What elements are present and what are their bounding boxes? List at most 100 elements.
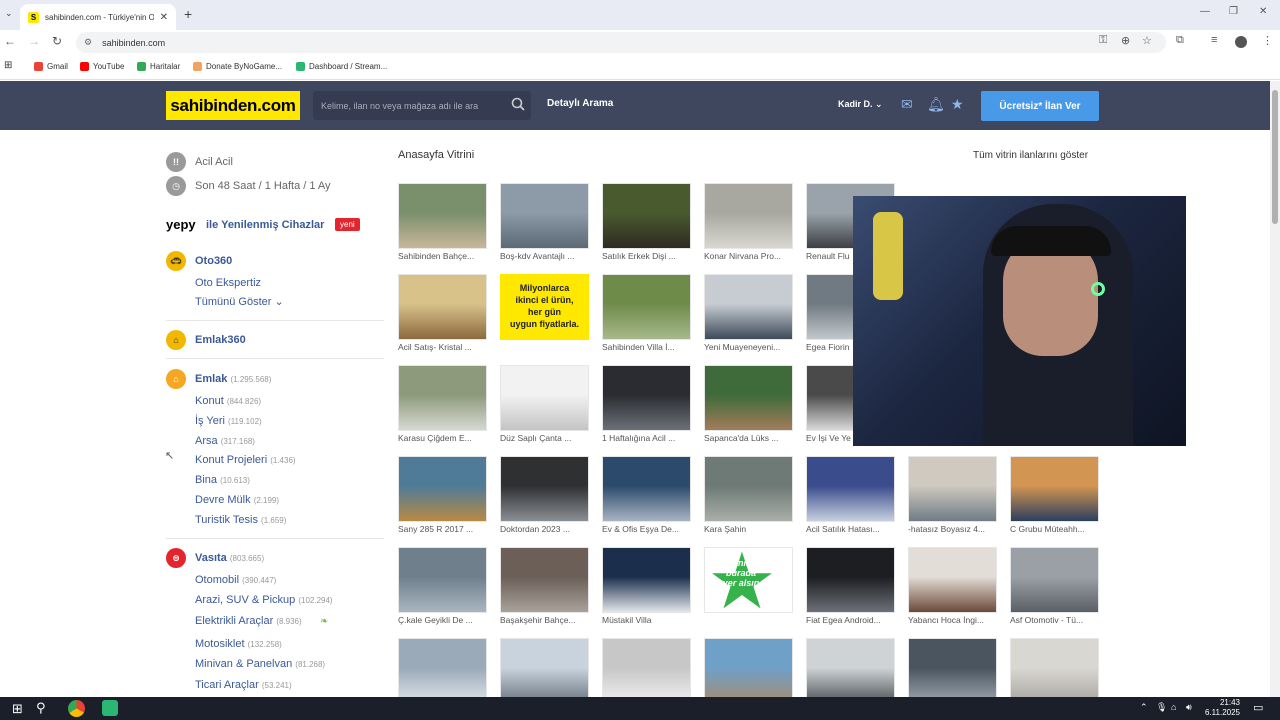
showcase-item[interactable]: Ç.kale Geyikli De ... bbox=[398, 547, 487, 627]
menu-dots-icon[interactable]: ⋮ bbox=[1262, 34, 1273, 47]
listing-thumbnail[interactable] bbox=[602, 456, 691, 522]
bookmark-youtube[interactable]: YouTube bbox=[80, 62, 124, 71]
tab-search-icon[interactable]: ⌄ bbox=[5, 8, 13, 19]
showcase-item[interactable]: Acil Satılık Hatası... bbox=[806, 456, 895, 536]
media-icon[interactable]: ≡ bbox=[1211, 34, 1217, 46]
emlak-item[interactable]: İş Yeri (119.102) bbox=[195, 415, 262, 427]
listing-caption[interactable]: Sany 285 R 2017 ... bbox=[398, 524, 487, 534]
listing-caption[interactable]: Başakşehir Bahçe... bbox=[500, 615, 589, 625]
listing-thumbnail[interactable] bbox=[398, 183, 487, 249]
listing-thumbnail[interactable] bbox=[602, 274, 691, 340]
listing-caption[interactable]: Yeni Muayeneyeni... bbox=[704, 342, 793, 352]
showcase-item[interactable]: Düz Saplı Çanta ... bbox=[500, 365, 589, 445]
listing-thumbnail[interactable] bbox=[1010, 638, 1099, 704]
oto-ekspertiz-link[interactable]: Oto Ekspertiz bbox=[195, 277, 261, 289]
emlak-item[interactable]: Konut Projeleri (1.436) bbox=[195, 454, 296, 466]
search-input[interactable]: Kelime, ilan no veya mağaza adı ile ara bbox=[313, 91, 531, 120]
listing-caption[interactable]: Ç.kale Geyikli De ... bbox=[398, 615, 487, 625]
reload-icon[interactable]: ↻ bbox=[52, 34, 62, 48]
showcase-item[interactable]: Milyonlarca ikinci el ürün, her gün uygun f… bbox=[500, 274, 589, 354]
showcase-item[interactable]: Sahibinden Bahçe... bbox=[398, 183, 487, 263]
listing-caption[interactable]: Boş-kdv Avantajlı ... bbox=[500, 251, 589, 261]
notifications-icon[interactable]: ▭ bbox=[1253, 701, 1263, 714]
listing-thumbnail[interactable] bbox=[398, 365, 487, 431]
show-all-showcase-link[interactable]: Tüm vitrin ilanlarını göster bbox=[973, 150, 1088, 161]
listing-caption[interactable]: Ev & Ofis Eşya De... bbox=[602, 524, 691, 534]
listing-thumbnail[interactable] bbox=[500, 456, 589, 522]
listing-thumbnail[interactable] bbox=[500, 183, 589, 249]
apps-grid-icon[interactable]: ⊞ bbox=[4, 60, 12, 71]
listing-thumbnail[interactable] bbox=[500, 365, 589, 431]
password-key-icon[interactable]: ⚿ bbox=[1099, 34, 1107, 47]
listing-thumbnail[interactable] bbox=[704, 183, 793, 249]
vasita-item[interactable]: Motosiklet (132.258) bbox=[195, 638, 282, 650]
emlak360-link[interactable]: Emlak360 bbox=[195, 334, 246, 346]
showcase-item[interactable]: Kara Şahin bbox=[704, 456, 793, 536]
emlak-item[interactable]: Bina (10.613) bbox=[195, 474, 250, 486]
network-icon[interactable]: ⌂ bbox=[1171, 702, 1176, 712]
listing-caption[interactable]: Sahibinden Bahçe... bbox=[398, 251, 487, 261]
user-menu[interactable]: Kadir D. ⌄ bbox=[838, 99, 883, 110]
listing-thumbnail[interactable] bbox=[1010, 456, 1099, 522]
tray-chevron-icon[interactable]: ⌃ bbox=[1140, 702, 1148, 713]
showcase-item[interactable]: C Grubu Müteahh... bbox=[1010, 456, 1099, 536]
listing-thumbnail[interactable] bbox=[704, 456, 793, 522]
advanced-search-link[interactable]: Detaylı Arama bbox=[547, 98, 613, 109]
bookmark-dashboard[interactable]: Dashboard / Stream... bbox=[296, 62, 387, 71]
vasita-item[interactable]: Ticari Araçlar (53.241) bbox=[195, 679, 292, 691]
showcase-item[interactable]: Sahibinden Villa İ... bbox=[602, 274, 691, 354]
showcase-item[interactable]: Satılık Erkek Dişi ... bbox=[602, 183, 691, 263]
listing-caption[interactable]: C Grubu Müteahh... bbox=[1010, 524, 1099, 534]
search-icon[interactable]: ⚲ bbox=[36, 700, 46, 716]
listing-thumbnail[interactable] bbox=[806, 638, 895, 704]
listing-caption[interactable]: Asf Otomotiv - Tü... bbox=[1010, 615, 1099, 625]
listing-thumbnail[interactable] bbox=[704, 365, 793, 431]
listing-thumbnail[interactable] bbox=[602, 183, 691, 249]
windows-start-icon[interactable]: ⊞ bbox=[12, 701, 23, 717]
profile-avatar[interactable] bbox=[1235, 36, 1247, 48]
listing-thumbnail[interactable] bbox=[806, 456, 895, 522]
listing-caption[interactable]: Acil Satış- Kristal ... bbox=[398, 342, 487, 352]
listing-thumbnail[interactable] bbox=[806, 547, 895, 613]
listing-thumbnail[interactable] bbox=[500, 638, 589, 704]
showcase-item[interactable]: Yeni Muayeneyeni... bbox=[704, 274, 793, 354]
showcase-item[interactable]: Sapanca'da Lüks ... bbox=[704, 365, 793, 445]
ad-banner[interactable]: Milyonlarca ikinci el ürün, her gün uygun f… bbox=[500, 274, 589, 340]
listing-caption[interactable]: Doktordan 2023 ... bbox=[500, 524, 589, 534]
listing-thumbnail[interactable] bbox=[602, 365, 691, 431]
showcase-item[interactable]: Başakşehir Bahçe... bbox=[500, 547, 589, 627]
emlak-category[interactable]: Emlak (1.295.568) bbox=[195, 373, 271, 385]
showcase-item[interactable]: Ev & Ofis Eşya De... bbox=[602, 456, 691, 536]
showcase-item[interactable]: ★ ilanım burada yer alsın bbox=[704, 547, 793, 627]
yepy-logo[interactable]: yepy bbox=[166, 217, 196, 232]
mail-icon[interactable]: ✉ bbox=[901, 96, 913, 113]
chrome-icon[interactable] bbox=[68, 700, 85, 717]
listing-thumbnail[interactable] bbox=[704, 638, 793, 704]
new-tab-button[interactable]: + bbox=[184, 6, 192, 22]
vasita-item[interactable]: Otomobil (390.447) bbox=[195, 574, 276, 586]
showcase-item[interactable]: -hatasız Boyasız 4... bbox=[908, 456, 997, 536]
search-icon[interactable] bbox=[511, 97, 525, 111]
listing-thumbnail[interactable] bbox=[908, 547, 997, 613]
clock-date[interactable]: 6.11.2025 bbox=[1200, 708, 1240, 717]
microphone-icon[interactable]: 🎙︎ bbox=[1156, 702, 1167, 713]
showcase-item[interactable]: Sany 285 R 2017 ... bbox=[398, 456, 487, 536]
vasita-item[interactable]: Elektrikli Araçlar (8.936) bbox=[195, 615, 302, 627]
listing-caption[interactable]: Müstakil Villa bbox=[602, 615, 691, 625]
yepy-link[interactable]: ile Yenilenmiş Cihazlar bbox=[206, 219, 324, 231]
site-logo[interactable]: sahibinden.com bbox=[166, 91, 300, 120]
minimize-icon[interactable]: — bbox=[1200, 6, 1210, 17]
address-bar[interactable]: ⚙ sahibinden.com bbox=[76, 32, 1166, 53]
listing-thumbnail[interactable] bbox=[908, 638, 997, 704]
site-info-icon[interactable]: ⚙ bbox=[84, 37, 92, 48]
listing-thumbnail[interactable] bbox=[398, 547, 487, 613]
vasita-item[interactable]: Minivan & Panelvan (81.268) bbox=[195, 658, 325, 670]
bookmark-donate[interactable]: Donate ByNoGame... bbox=[193, 62, 282, 71]
emlak-item[interactable]: Arsa (317.168) bbox=[195, 435, 255, 447]
favorites-star-icon[interactable]: ★ bbox=[951, 96, 964, 113]
recent-link[interactable]: Son 48 Saat / 1 Hafta / 1 Ay bbox=[195, 180, 331, 192]
emlak-item[interactable]: Turistik Tesis (1.659) bbox=[195, 514, 286, 526]
vasita-item[interactable]: Arazi, SUV & Pickup (102.294) bbox=[195, 594, 333, 606]
bookmark-star-icon[interactable]: ☆ bbox=[1142, 34, 1152, 47]
extensions-icon[interactable]: ⧉ bbox=[1176, 34, 1184, 47]
